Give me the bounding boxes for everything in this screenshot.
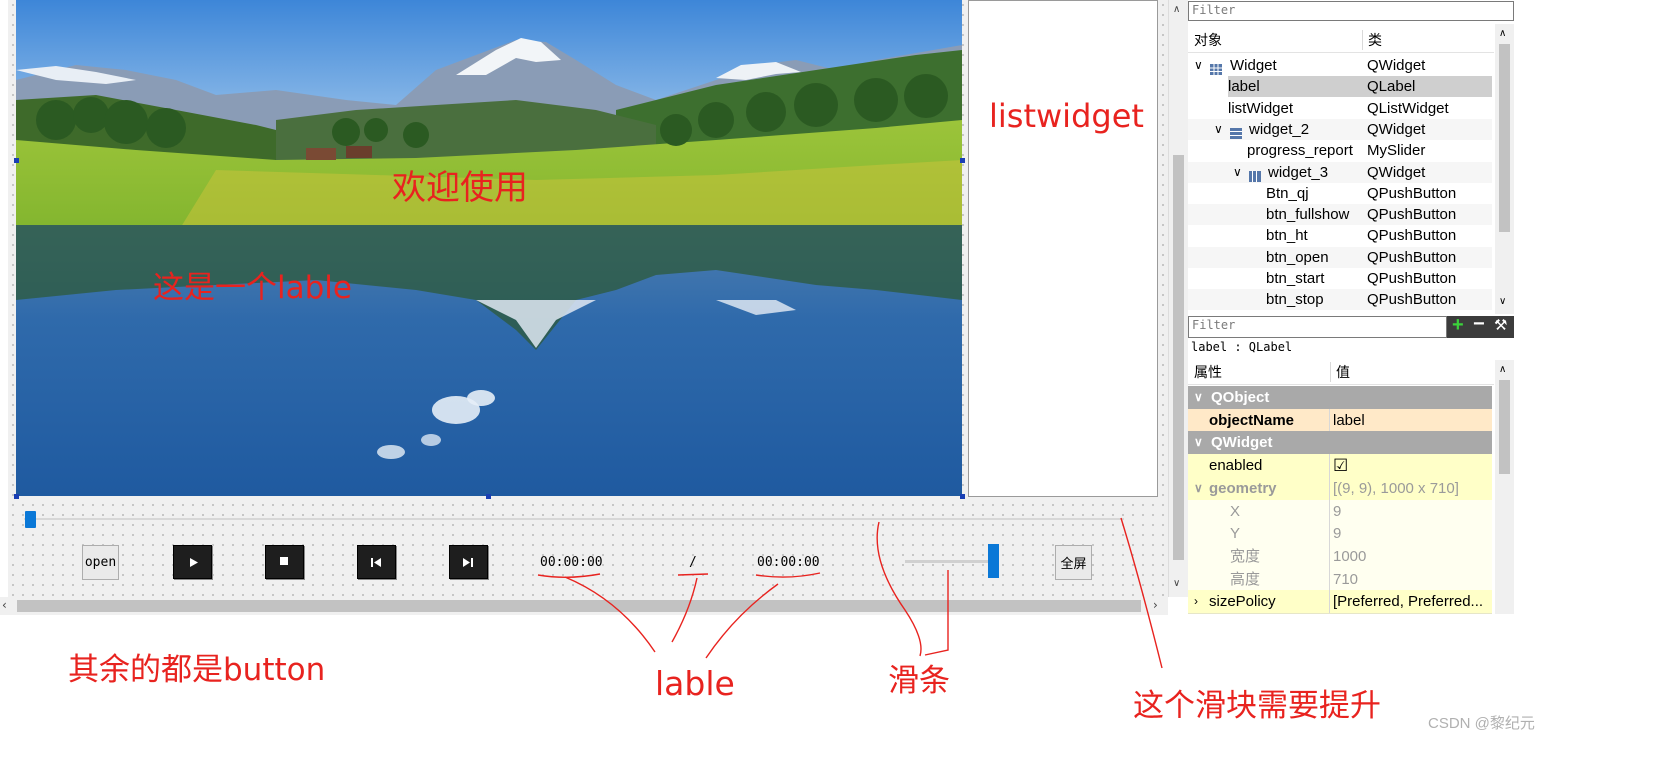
annotation-buttons: 其余的都是button: [68, 652, 326, 688]
annotation-slider: 滑条: [888, 663, 950, 699]
watermark: CSDN @黎纪元: [1428, 715, 1535, 732]
underline-separator: [677, 573, 709, 576]
underline-current-time: [537, 573, 601, 578]
annotation-lable: lable: [655, 664, 735, 703]
arrow-to-lable-1: [564, 576, 656, 653]
annotation-slider-raise: 这个滑块需要提升: [1133, 688, 1381, 724]
underline-total-time: [755, 572, 821, 578]
arrow-to-slider-1: [876, 521, 922, 657]
arrow-to-slider-handle: [1120, 517, 1163, 669]
arrow-to-lable-2: [671, 577, 698, 643]
arrow-to-lable-3: [705, 583, 779, 659]
arrow-to-slider-2: [924, 570, 949, 656]
